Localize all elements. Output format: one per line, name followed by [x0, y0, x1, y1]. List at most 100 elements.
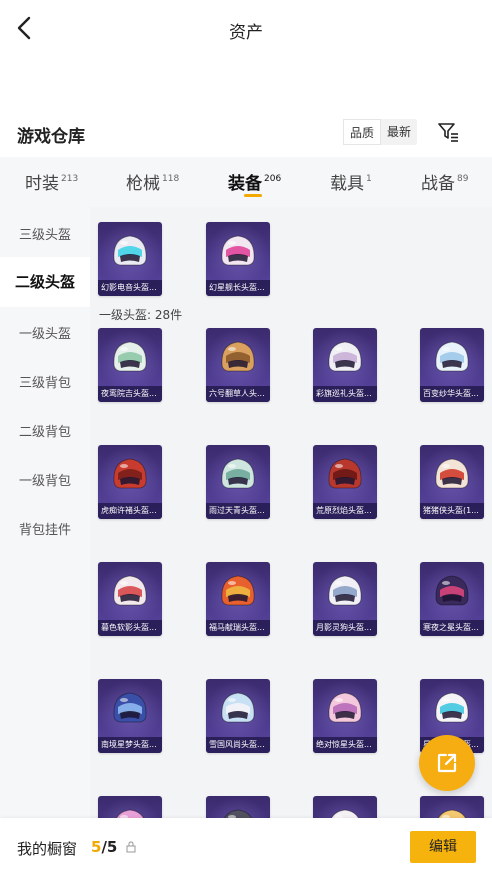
helmet-card[interactable]: 虎痴许褚头盔... [98, 445, 162, 519]
bottom-bar: 我的橱窗 5/5 编辑 [0, 818, 492, 876]
helmet-card[interactable] [206, 796, 270, 818]
tab-supplies[interactable]: 战备 89 [421, 169, 468, 194]
helmet-card[interactable] [98, 796, 162, 818]
helmet-name: 南境星梦头盔... [98, 737, 162, 753]
sidebar-item-level3-helmet[interactable]: 三级头盔 [0, 224, 90, 244]
sidebar-item-level2-backpack[interactable]: 二级背包 [0, 421, 90, 441]
filter-icon[interactable] [436, 120, 460, 144]
tab-fashion[interactable]: 时装 213 [25, 169, 78, 194]
tab-count: 206 [264, 174, 282, 184]
tab-count: 1 [366, 174, 372, 184]
tab-label: 时装 [25, 174, 59, 194]
helmet-name: 暮色软影头盔... [98, 620, 162, 636]
section-label: 一级头盔: 28件 [99, 308, 183, 322]
helmet-card[interactable]: 雨过天青头盔... [206, 445, 270, 519]
sort-option-quality[interactable]: 品质 [343, 119, 382, 145]
share-button[interactable] [419, 735, 475, 791]
sidebar: 三级头盔 二级头盔 一级头盔 三级背包 二级背包 一级背包 背包挂件 [0, 207, 90, 818]
helmet-card[interactable]: 猪猪侠头盔(1... [420, 445, 484, 519]
sidebar-item-level1-backpack[interactable]: 一级背包 [0, 470, 90, 490]
tab-label: 装备 [228, 174, 262, 194]
tab-vehicle[interactable]: 载具 1 [330, 169, 372, 194]
helmet-name: 荒原烈焰头盔... [313, 503, 377, 519]
helmet-icon [328, 575, 362, 606]
helmet-icon [435, 575, 469, 606]
tab-count: 118 [162, 174, 180, 184]
sidebar-item-level3-backpack[interactable]: 三级背包 [0, 372, 90, 392]
tab-label: 枪械 [126, 174, 160, 194]
helmet-card[interactable]: 六号翻草人头... [206, 328, 270, 402]
item-grid: 一级头盔: 28件 幻影电音头盔... 幻星舰长头盔... 夜鸾院吉头盔... 六号翻… [90, 207, 492, 818]
showcase-label: 我的橱窗 [17, 840, 78, 858]
helmet-name: 夜鸾院吉头盔... [98, 386, 162, 402]
category-tabs: 时装 213 枪械 118 装备 206 载具 1 战备 89 [0, 157, 492, 207]
showcase-count-current: 5 [91, 838, 102, 856]
helmet-card[interactable]: 百变纱华头盔... [420, 328, 484, 402]
helmet-icon [328, 692, 362, 723]
tab-guns[interactable]: 枪械 118 [126, 169, 179, 194]
lock-icon [126, 841, 136, 853]
helmet-card[interactable]: 南境星梦头盔... [98, 679, 162, 753]
tab-count: 89 [457, 174, 469, 184]
helmet-icon [328, 341, 362, 372]
helmet-icon [113, 235, 147, 266]
helmet-name: 猪猪侠头盔(1... [420, 503, 484, 519]
helmet-card[interactable] [313, 796, 377, 818]
helmet-icon [113, 458, 147, 489]
helmet-name: 幻影电音头盔... [98, 280, 162, 296]
sidebar-item-level2-helmet[interactable]: 二级头盔 [0, 257, 90, 307]
helmet-card[interactable]: 幻星舰长头盔... [206, 222, 270, 296]
helmet-card[interactable]: 寒夜之冕头盔... [420, 562, 484, 636]
helmet-icon [435, 692, 469, 723]
showcase-count-total: /5 [101, 838, 118, 856]
helmet-icon [116, 809, 144, 818]
asset-screen: 资产 游戏仓库 品质 最新 时装 213 枪械 118 装备 206 载具 1 战备 89… [0, 0, 492, 876]
tab-equipment[interactable]: 装备 206 [228, 169, 281, 194]
helmet-icon [331, 809, 359, 818]
active-tab-indicator [244, 194, 262, 197]
helmet-card[interactable]: 福马献瑞头盔... [206, 562, 270, 636]
tab-count: 213 [61, 174, 79, 184]
helmet-name: 彩旗巡礼头盔... [313, 386, 377, 402]
sort-option-latest[interactable]: 最新 [381, 119, 417, 145]
helmet-icon [435, 341, 469, 372]
warehouse-title: 游戏仓库 [17, 127, 85, 147]
helmet-card[interactable]: 雪国风尚头盔... [206, 679, 270, 753]
sort-toggle: 品质 最新 [343, 119, 418, 145]
edit-button[interactable]: 编辑 [410, 831, 476, 863]
helmet-name: 六号翻草人头... [206, 386, 270, 402]
helmet-icon [435, 458, 469, 489]
helmet-icon [328, 458, 362, 489]
helmet-name: 寒夜之冕头盔... [420, 620, 484, 636]
helmet-card[interactable]: 幻影电音头盔... [98, 222, 162, 296]
helmet-icon [221, 341, 255, 372]
helmet-card[interactable]: 荒原烈焰头盔... [313, 445, 377, 519]
helmet-icon [221, 575, 255, 606]
helmet-icon [113, 341, 147, 372]
helmet-icon [221, 458, 255, 489]
showcase-count: 5/5 [91, 838, 117, 856]
page-title: 资产 [229, 23, 263, 43]
helmet-icon [113, 692, 147, 723]
helmet-card[interactable]: 月影灵狗头盔... [313, 562, 377, 636]
helmet-icon [221, 235, 255, 266]
helmet-icon [221, 692, 255, 723]
sidebar-item-backpack-charm[interactable]: 背包挂件 [0, 519, 90, 539]
helmet-card[interactable]: 彩旗巡礼头盔... [313, 328, 377, 402]
helmet-name: 百变纱华头盔... [420, 386, 484, 402]
helmet-name: 虎痴许褚头盔... [98, 503, 162, 519]
helmet-icon [113, 575, 147, 606]
helmet-card[interactable] [420, 796, 484, 818]
helmet-name: 绝对惊星头盔... [313, 737, 377, 753]
helmet-card[interactable]: 夜鸾院吉头盔... [98, 328, 162, 402]
tab-label: 战备 [421, 174, 455, 194]
helmet-icon [224, 809, 252, 818]
helmet-name: 幻星舰长头盔... [206, 280, 270, 296]
helmet-icon [438, 809, 466, 818]
helmet-name: 月影灵狗头盔... [313, 620, 377, 636]
tab-label: 载具 [330, 174, 364, 194]
sidebar-item-level1-helmet[interactable]: 一级头盔 [0, 323, 90, 343]
helmet-card[interactable]: 绝对惊星头盔... [313, 679, 377, 753]
helmet-card[interactable]: 暮色软影头盔... [98, 562, 162, 636]
helmet-name: 雪国风尚头盔... [206, 737, 270, 753]
